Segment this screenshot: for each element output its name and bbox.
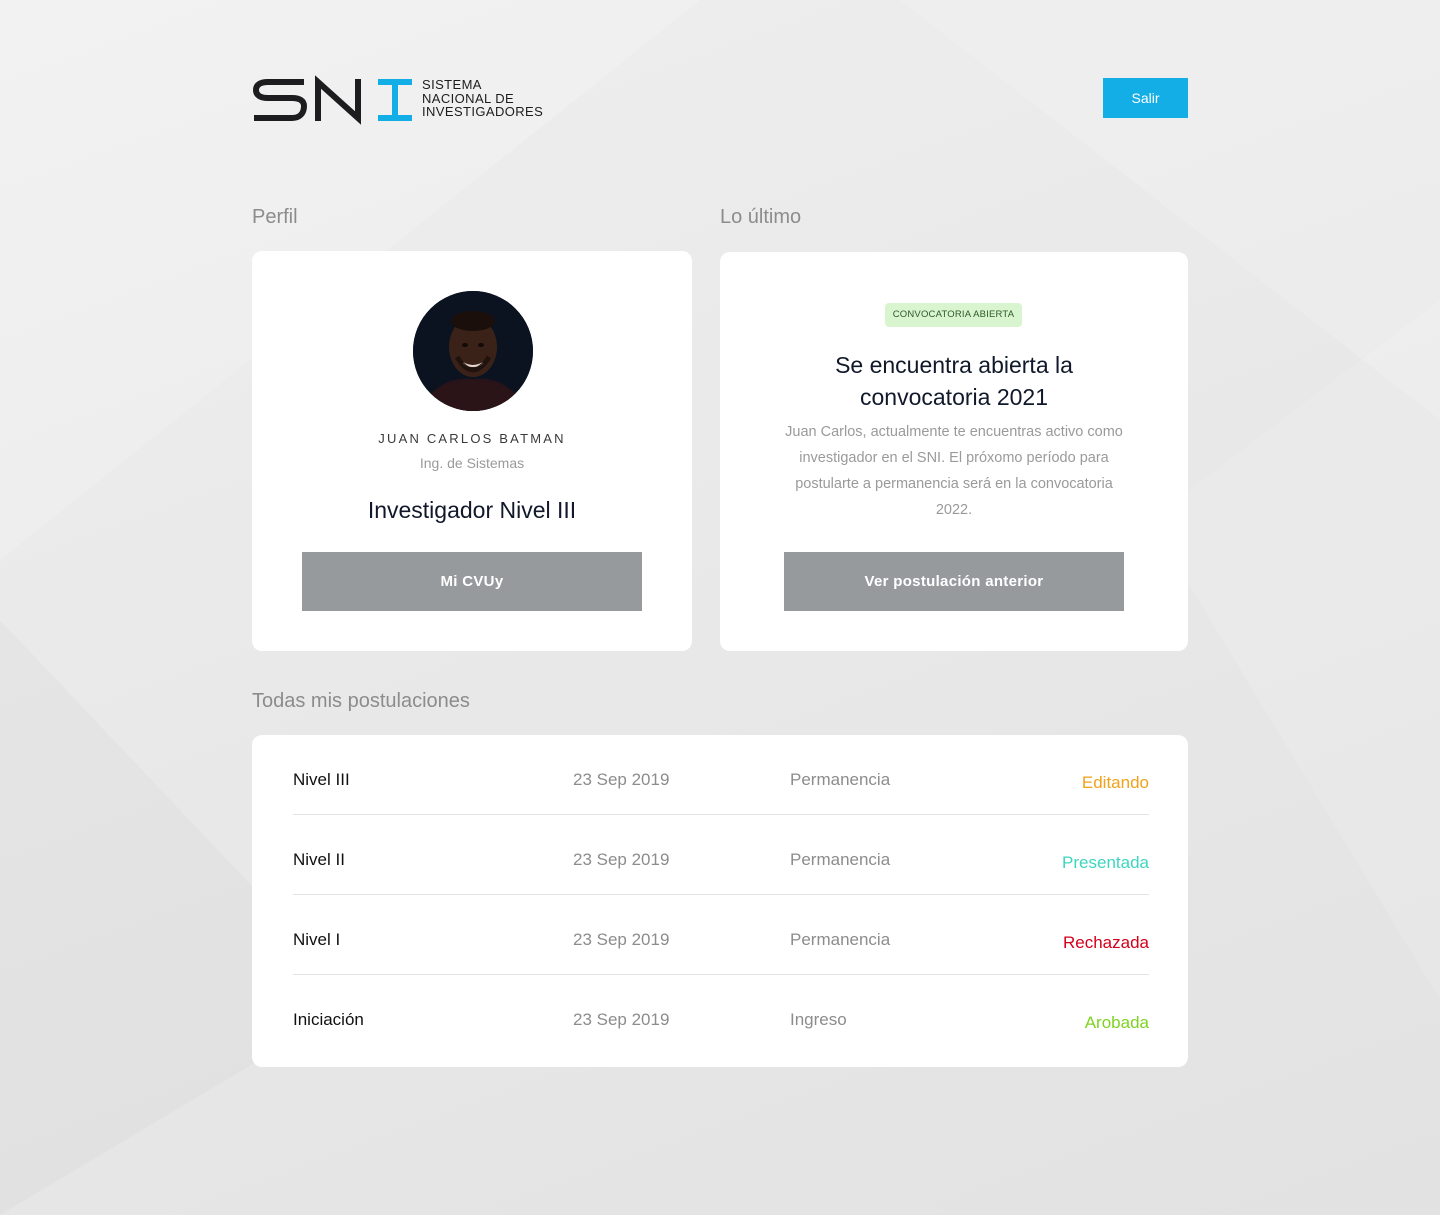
table-row[interactable]: Nivel I 23 Sep 2019 Permanencia Rechazad…	[293, 895, 1149, 975]
logo-text: SISTEMA NACIONAL DE INVESTIGADORES	[422, 78, 543, 119]
sni-logo-mark	[252, 75, 412, 125]
view-previous-application-button[interactable]: Ver postulación anterior	[784, 552, 1124, 611]
avatar	[413, 291, 533, 411]
table-row[interactable]: Nivel III 23 Sep 2019 Permanencia Editan…	[293, 735, 1149, 815]
row-status: Rechazada	[1062, 933, 1149, 952]
sni-logo: SISTEMA NACIONAL DE INVESTIGADORES	[252, 74, 552, 130]
row-date: 23 Sep 2019	[573, 850, 670, 869]
news-headline-line-1: Se encuentra abierta la	[835, 352, 1073, 378]
latest-section-title: Lo último	[720, 206, 802, 228]
row-level: Nivel II	[293, 850, 345, 869]
applications-section-title: Todas mis postulaciones	[252, 690, 470, 712]
row-date: 23 Sep 2019	[573, 770, 670, 789]
row-status: Presentada	[1062, 853, 1149, 872]
profile-name: JUAN CARLOS BATMAN	[378, 431, 566, 446]
applications-table: Nivel III 23 Sep 2019 Permanencia Editan…	[252, 735, 1188, 1067]
my-cvuy-button[interactable]: Mi CVUy	[302, 552, 642, 611]
row-type: Permanencia	[790, 770, 891, 789]
news-headline-line-2: convocatoria 2021	[860, 384, 1048, 410]
row-status: Arobada	[1084, 1013, 1149, 1032]
news-headline: Se encuentra abierta la convocatoria 202…	[720, 349, 1188, 413]
row-type: Ingreso	[790, 1010, 847, 1029]
profile-title: Ing. de Sistemas	[419, 455, 525, 471]
row-type: Permanencia	[790, 930, 891, 949]
row-status: Editando	[1081, 773, 1149, 792]
news-body: Juan Carlos, actualmente te encuentras a…	[785, 424, 1123, 518]
open-call-badge: CONVOCATORIA ABIERTA	[885, 303, 1022, 327]
profile-card: JUAN CARLOS BATMAN Ing. de Sistemas Inve…	[252, 251, 692, 651]
profile-section-title: Perfil	[252, 206, 298, 228]
logout-button[interactable]: Salir	[1103, 78, 1188, 118]
row-level: Nivel I	[293, 930, 341, 949]
avatar-photo	[413, 291, 533, 411]
table-row[interactable]: Iniciación 23 Sep 2019 Ingreso Arobada	[293, 975, 1149, 1055]
logo-line-1: SISTEMA	[422, 77, 482, 92]
profile-level: Investigador Nivel III	[367, 497, 577, 523]
row-type: Permanencia	[790, 850, 891, 869]
latest-card: CONVOCATORIA ABIERTA Se encuentra abiert…	[720, 252, 1188, 651]
row-level: Iniciación	[293, 1010, 364, 1029]
row-date: 23 Sep 2019	[573, 1010, 670, 1029]
table-row[interactable]: Nivel II 23 Sep 2019 Permanencia Present…	[293, 815, 1149, 895]
logo-line-2: NACIONAL DE	[422, 90, 515, 106]
row-date: 23 Sep 2019	[573, 930, 670, 949]
logo-line-3: INVESTIGADORES	[422, 104, 544, 119]
row-level: Nivel III	[293, 770, 350, 789]
